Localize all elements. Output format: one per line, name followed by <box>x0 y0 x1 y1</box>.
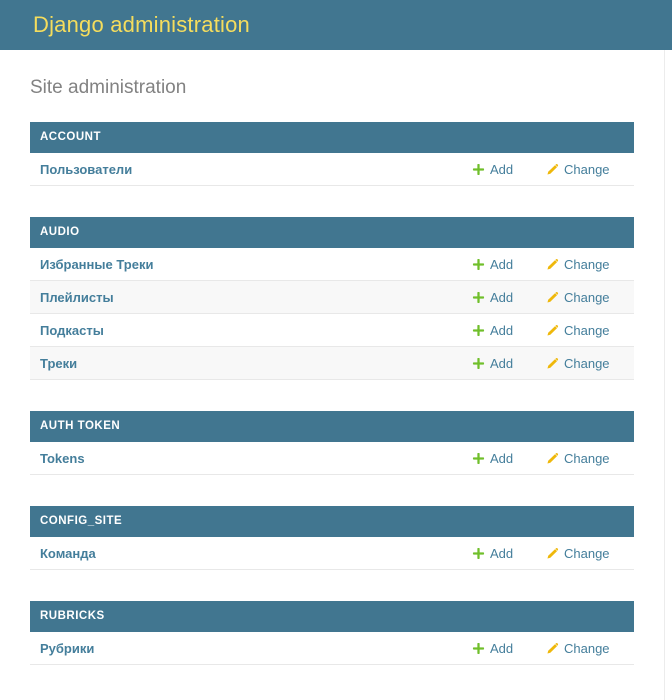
plus-icon <box>472 642 485 655</box>
change-label: Change <box>564 356 610 371</box>
change-button[interactable]: Change <box>546 290 621 305</box>
change-label: Change <box>564 257 610 272</box>
site-title[interactable]: Django administration <box>33 12 250 38</box>
plus-icon <box>472 547 485 560</box>
app-module-audio: AUDIO Избранные Треки Add Change Плейлис… <box>30 217 634 380</box>
pencil-icon <box>546 547 559 560</box>
change-label: Change <box>564 546 610 561</box>
add-button[interactable]: Add <box>472 641 524 656</box>
pencil-icon <box>546 357 559 370</box>
model-link[interactable]: Команда <box>40 546 96 561</box>
add-button[interactable]: Add <box>472 290 524 305</box>
main-content: Site administration ACCOUNT Пользователи… <box>30 77 634 665</box>
add-button[interactable]: Add <box>472 546 524 561</box>
app-header: Django administration <box>0 0 672 50</box>
plus-icon <box>472 258 485 271</box>
add-button[interactable]: Add <box>472 356 524 371</box>
table-row: Пользователи Add Change <box>30 153 634 186</box>
add-label: Add <box>490 323 513 338</box>
table-row: Треки Add Change <box>30 347 634 380</box>
change-button[interactable]: Change <box>546 546 621 561</box>
app-caption-config-site[interactable]: CONFIG_SITE <box>30 506 634 537</box>
pencil-icon <box>546 642 559 655</box>
change-label: Change <box>564 162 610 177</box>
plus-icon <box>472 163 485 176</box>
table-row: Tokens Add Change <box>30 442 634 475</box>
add-button[interactable]: Add <box>472 323 524 338</box>
model-link[interactable]: Плейлисты <box>40 290 114 305</box>
table-row: Избранные Треки Add Change <box>30 248 634 281</box>
row-actions: Add Change <box>472 162 621 177</box>
add-label: Add <box>490 546 513 561</box>
pencil-icon <box>546 163 559 176</box>
add-button[interactable]: Add <box>472 162 524 177</box>
change-button[interactable]: Change <box>546 451 621 466</box>
table-row: Подкасты Add Change <box>30 314 634 347</box>
plus-icon <box>472 291 485 304</box>
table-row: Команда Add Change <box>30 537 634 570</box>
change-button[interactable]: Change <box>546 162 621 177</box>
model-link[interactable]: Пользователи <box>40 162 132 177</box>
add-label: Add <box>490 257 513 272</box>
change-button[interactable]: Change <box>546 356 621 371</box>
add-label: Add <box>490 641 513 656</box>
pencil-icon <box>546 452 559 465</box>
app-module-account: ACCOUNT Пользователи Add Change <box>30 122 634 186</box>
change-label: Change <box>564 451 610 466</box>
change-label: Change <box>564 641 610 656</box>
plus-icon <box>472 452 485 465</box>
change-label: Change <box>564 290 610 305</box>
plus-icon <box>472 324 485 337</box>
plus-icon <box>472 357 485 370</box>
row-actions: Add Change <box>472 323 621 338</box>
model-link[interactable]: Tokens <box>40 451 85 466</box>
row-actions: Add Change <box>472 641 621 656</box>
model-link[interactable]: Треки <box>40 356 77 371</box>
row-actions: Add Change <box>472 257 621 272</box>
table-row: Рубрики Add Change <box>30 632 634 665</box>
add-label: Add <box>490 451 513 466</box>
add-label: Add <box>490 356 513 371</box>
change-button[interactable]: Change <box>546 641 621 656</box>
table-row: Плейлисты Add Change <box>30 281 634 314</box>
row-actions: Add Change <box>472 356 621 371</box>
app-caption-audio[interactable]: AUDIO <box>30 217 634 248</box>
model-link[interactable]: Рубрики <box>40 641 94 656</box>
app-caption-auth-token[interactable]: AUTH TOKEN <box>30 411 634 442</box>
model-link[interactable]: Подкасты <box>40 323 104 338</box>
app-module-rubricks: RUBRICKS Рубрики Add Change <box>30 601 634 665</box>
model-link[interactable]: Избранные Треки <box>40 257 153 272</box>
pencil-icon <box>546 324 559 337</box>
pencil-icon <box>546 291 559 304</box>
window-right-edge <box>664 50 665 700</box>
page-title: Site administration <box>30 77 634 99</box>
row-actions: Add Change <box>472 451 621 466</box>
add-label: Add <box>490 162 513 177</box>
app-caption-rubricks[interactable]: RUBRICKS <box>30 601 634 632</box>
row-actions: Add Change <box>472 546 621 561</box>
change-label: Change <box>564 323 610 338</box>
add-button[interactable]: Add <box>472 257 524 272</box>
add-label: Add <box>490 290 513 305</box>
pencil-icon <box>546 258 559 271</box>
app-caption-account[interactable]: ACCOUNT <box>30 122 634 153</box>
row-actions: Add Change <box>472 290 621 305</box>
add-button[interactable]: Add <box>472 451 524 466</box>
change-button[interactable]: Change <box>546 323 621 338</box>
app-module-auth-token: AUTH TOKEN Tokens Add Change <box>30 411 634 475</box>
change-button[interactable]: Change <box>546 257 621 272</box>
app-module-config-site: CONFIG_SITE Команда Add Change <box>30 506 634 570</box>
